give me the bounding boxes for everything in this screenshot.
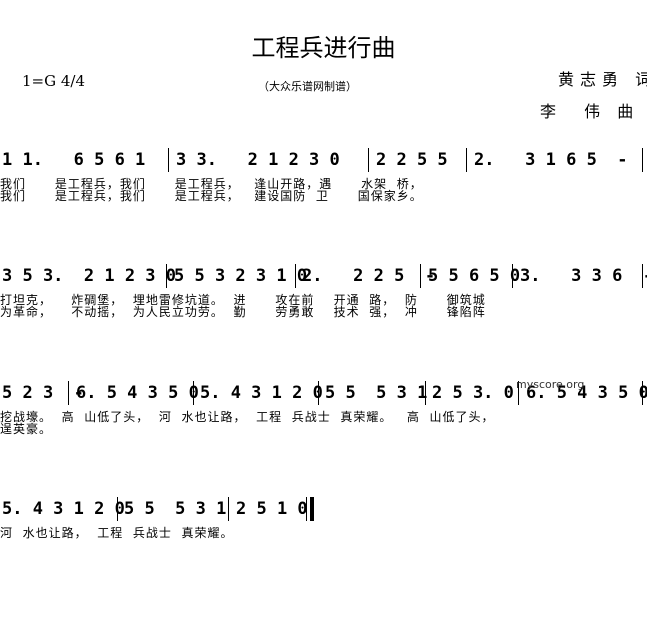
lyricist-credit: 黄志勇 词 xyxy=(558,70,647,89)
barline xyxy=(642,381,643,405)
measure: 5. 4 3 1 2 0 xyxy=(200,383,323,403)
watermark: myscore.org xyxy=(516,378,585,391)
lyric-line: 逞英豪。 xyxy=(0,422,53,436)
measure: 3 3. 2 1 2 3 0 xyxy=(176,150,340,170)
sheet-music-page: 工程兵进行曲 1=G 4/4 （大众乐谱网制谱） 黄志勇 词 李 伟 曲 1 1… xyxy=(0,0,647,621)
measure: 5 5 6 5 0 xyxy=(428,266,521,286)
barline xyxy=(166,264,167,288)
barline xyxy=(642,264,643,288)
key-signature: 1=G 4/4 xyxy=(22,72,86,90)
measure: 2 2 5 5 xyxy=(376,150,448,170)
barline xyxy=(295,264,296,288)
barline xyxy=(117,497,118,521)
song-title: 工程兵进行曲 xyxy=(251,34,396,62)
barline xyxy=(425,381,426,405)
measure: 5. 4 3 1 2 0 xyxy=(2,499,125,519)
lyric-line: 河 水也让路， 工程 兵战士 真荣耀。 xyxy=(0,526,234,540)
measure: 2 5 3. 0 xyxy=(432,383,514,403)
source-note: （大众乐谱网制谱） xyxy=(258,80,357,93)
measure: 2. 2 2 5 - xyxy=(302,266,436,286)
composer-credit: 李 伟 曲 xyxy=(540,102,640,121)
measure: 3. 3 3 6 - xyxy=(520,266,647,286)
lyric-line: 我们 是工程兵，我们 是工程兵， 建设国防 卫 国保家乡。 xyxy=(0,189,423,203)
barline xyxy=(318,381,319,405)
barline xyxy=(193,381,194,405)
measure: 5 5 3 2 3 1 0 xyxy=(174,266,308,286)
final-barline xyxy=(310,497,314,521)
lyric-line: 为革命， 不动摇， 为人民立功劳。 勤 劳勇敢 技术 强， 冲 锋陷阵 xyxy=(0,305,486,319)
lyric-line: 挖战壕。 高 山低了头， 河 水也让路， 工程 兵战士 真荣耀。 高 山低了头， xyxy=(0,410,495,424)
barline xyxy=(368,148,369,172)
measure: 5 5 5 3 1 xyxy=(124,499,227,519)
measure: 5 5 5 3 1 xyxy=(325,383,428,403)
barline xyxy=(642,148,643,172)
measure: 2 5 1 0 xyxy=(236,499,308,519)
barline xyxy=(168,148,169,172)
barline xyxy=(228,497,229,521)
measure: 2. 3 1 6 5 - xyxy=(474,150,628,170)
barline xyxy=(466,148,467,172)
barline xyxy=(512,264,513,288)
barline xyxy=(68,381,69,405)
final-barline-thin xyxy=(306,497,307,521)
measure: 1 1. 6 5 6 1 xyxy=(2,150,146,170)
measure: 3 5 3. 2 1 2 3 0 xyxy=(2,266,176,286)
barline xyxy=(420,264,421,288)
measure: 5 2 3 - xyxy=(2,383,84,403)
measure: 6. 5 4 3 5 0 xyxy=(76,383,199,403)
